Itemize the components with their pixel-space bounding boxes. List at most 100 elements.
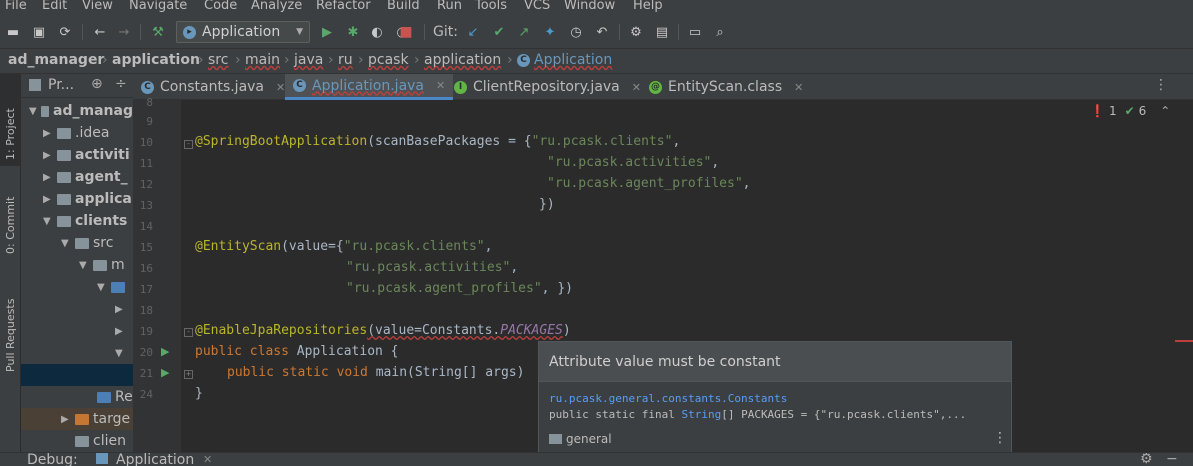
more-options-icon[interactable]: ⋮ [993,430,1007,446]
vcs-merge-icon[interactable]: ✦ [540,21,560,43]
tree-item[interactable]: ▼ m [21,254,133,276]
tree-item[interactable]: ▶ activiti [21,144,133,166]
tab-entity-scan[interactable]: @ EntityScan.class ✕ [649,74,803,100]
vcs-push-icon[interactable]: ↗ [514,21,534,43]
error-stripe-mark[interactable] [1175,340,1193,342]
inspection-widget[interactable]: ❗ 1 ✔ 6 ⌃ [1090,104,1170,118]
tree-item[interactable]: ▶ [21,320,133,342]
project-tool-tab[interactable]: 1: Project [0,74,21,166]
menu-help[interactable]: Help [633,0,663,13]
chevron-right-icon[interactable]: ▶ [61,414,71,425]
debug-icon[interactable]: ✱ [343,21,363,43]
chevron-right-icon[interactable]: ▶ [43,150,53,161]
run-configuration-select[interactable]: ▸ Application ▼ [176,21,310,43]
open-folder-icon[interactable]: ▬ [3,21,23,43]
back-icon[interactable]: ← [90,21,110,43]
settings-wrench-icon[interactable]: ⚙ [626,21,646,43]
chevron-down-icon[interactable]: ▼ [115,348,125,359]
tree-item[interactable]: ▼ src [21,232,133,254]
menu-run[interactable]: Run [437,0,462,13]
tree-item[interactable]: ▶ [21,298,133,320]
tree-item[interactable]: Re [21,386,133,408]
menu-refactor[interactable]: Refactor [316,0,371,13]
chevron-down-icon[interactable]: ▼ [43,216,53,227]
close-icon[interactable]: ✕ [276,81,285,94]
fold-icon[interactable]: - [184,328,193,337]
tab-client-repository[interactable]: I ClientRepository.java ✕ [454,74,641,100]
menu-view[interactable]: View [82,0,113,13]
chevron-up-icon[interactable]: ⌃ [1160,104,1170,118]
tabs-menu-icon[interactable]: ⋮ [1154,77,1168,93]
tree-item[interactable]: ▶ targe [21,408,133,430]
search-icon[interactable]: ⌕ [710,21,730,43]
fold-icon[interactable]: - [184,140,193,149]
chevron-down-icon[interactable]: ▼ [79,260,89,271]
project-structure-icon[interactable]: ▤ [652,21,672,43]
menu-build[interactable]: Build [387,0,420,13]
chevron-down-icon[interactable]: ▼ [29,106,37,117]
close-icon[interactable]: ✕ [436,79,445,92]
breadcrumb-item[interactable]: pcask [368,52,409,68]
chevron-right-icon[interactable]: ▶ [43,128,53,139]
build-hammer-icon[interactable]: ⚒ [148,21,168,43]
tab-application[interactable]: C Application.java ✕ [285,74,454,100]
project-view-label[interactable]: Pr... [48,77,74,93]
vcs-commit-icon[interactable]: ✔ [489,21,509,43]
chevron-right-icon[interactable]: ▶ [43,172,53,183]
breadcrumb-item[interactable]: src [208,52,228,68]
chevron-right-icon[interactable]: ▶ [115,304,125,315]
menu-edit[interactable]: Edit [42,0,67,13]
tree-item[interactable]: ▼ [21,342,133,364]
rollback-icon[interactable]: ↶ [592,21,612,43]
breadcrumb-item[interactable]: main [245,52,280,68]
collapse-icon[interactable]: ÷ [115,76,127,92]
chevron-right-icon[interactable]: ▶ [115,326,125,337]
popup-fqn-link[interactable]: ru.pcask.general.constants.Constants [549,392,787,405]
menu-window[interactable]: Window [564,0,615,13]
breadcrumb-item[interactable]: java [294,52,323,68]
editor-scrollbar[interactable] [1175,100,1193,452]
close-icon[interactable]: ✕ [203,453,212,466]
pull-requests-tool-tab[interactable]: Pull Requests [0,272,21,376]
save-icon[interactable]: ▣ [29,21,49,43]
popup-package[interactable]: general [549,432,612,446]
tree-item[interactable]: ▼ [21,276,133,298]
chevron-down-icon[interactable]: ▼ [61,238,71,249]
breadcrumb-item-application[interactable]: C Application [517,52,612,68]
commit-tool-tab[interactable]: 0: Commit [0,174,21,256]
menu-code[interactable]: Code [204,0,237,13]
vcs-update-icon[interactable]: ↙ [463,21,483,43]
debug-config-tab[interactable]: Application [116,453,194,466]
stop-icon[interactable]: ■ [396,21,416,43]
minimize-icon[interactable]: − [1166,453,1178,466]
run-gutter-icon[interactable]: ▶ [161,345,169,358]
tree-item[interactable]: clien [21,430,133,452]
chevron-down-icon[interactable]: ▼ [97,282,107,293]
sync-icon[interactable]: ⟳ [55,21,75,43]
run-icon[interactable]: ▶ [317,21,337,43]
tree-item[interactable]: ▶ agent_ [21,166,133,188]
breadcrumb-item[interactable]: application [112,52,200,68]
coverage-icon[interactable]: ◐ [367,21,387,43]
tree-item[interactable]: ▼ clients [21,210,133,232]
menu-vcs[interactable]: VCS [524,0,550,13]
breadcrumb-item[interactable]: application [424,52,501,68]
forward-icon[interactable]: → [114,21,134,43]
tab-constants[interactable]: C Constants.java ✕ [141,74,285,100]
menu-file[interactable]: File [5,0,27,13]
locate-icon[interactable]: ⊕ [91,76,103,92]
close-icon[interactable]: ✕ [632,81,641,94]
tree-item[interactable]: ▶ .idea [21,122,133,144]
menu-analyze[interactable]: Analyze [251,0,302,13]
breadcrumb-item[interactable]: ad_manager [8,52,104,68]
menu-tools[interactable]: Tools [475,0,507,13]
breadcrumb-item[interactable]: ru [338,52,353,68]
tree-item[interactable]: ▶ applica [21,188,133,210]
fold-icon[interactable]: + [184,370,193,379]
close-icon[interactable]: ✕ [794,81,803,94]
settings-icon[interactable]: ⚙ [1140,453,1153,466]
menu-navigate[interactable]: Navigate [129,0,187,13]
terminal-icon[interactable]: ▭ [685,21,705,43]
history-icon[interactable]: ◷ [566,21,586,43]
run-gutter-icon[interactable]: ▶ [161,366,169,379]
